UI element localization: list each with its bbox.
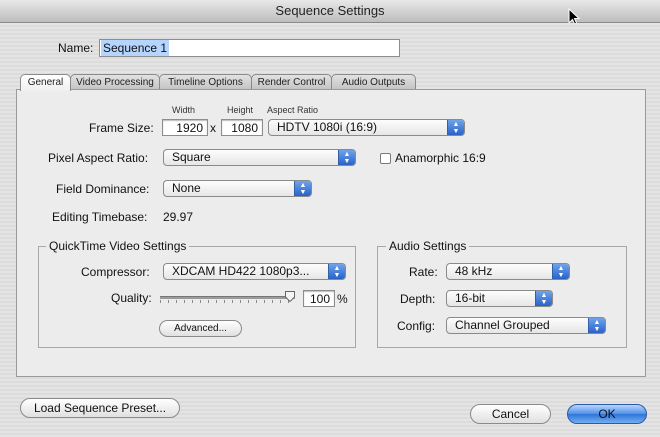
compressor-select[interactable]: XDCAM HD422 1080p3... ▲ ▼ <box>163 263 346 280</box>
depth-select[interactable]: 16-bit ▲ ▼ <box>446 290 553 307</box>
window-titlebar: Sequence Settings <box>0 0 660 23</box>
audio-settings-title: Audio Settings <box>386 239 470 253</box>
aspect-ratio-value: HDTV 1080i (16:9) <box>277 120 378 134</box>
aspect-ratio-select[interactable]: HDTV 1080i (16:9) ▲ ▼ <box>268 119 465 136</box>
quality-slider[interactable] <box>160 291 295 304</box>
depth-label: Depth: <box>400 292 436 306</box>
field-dominance-select[interactable]: None ▲ ▼ <box>163 180 312 197</box>
tab-video-processing[interactable]: Video Processing <box>70 74 160 90</box>
name-input[interactable]: Sequence 1 <box>99 39 400 57</box>
editing-timebase-label: Editing Timebase: <box>52 210 148 224</box>
frame-height-input[interactable]: 1080 <box>221 119 263 136</box>
height-column-header: Height <box>227 105 254 115</box>
compressor-value: XDCAM HD422 1080p3... <box>172 264 310 278</box>
frame-size-times: x <box>210 121 216 135</box>
name-value: Sequence 1 <box>101 40 170 56</box>
aspect-ratio-column-header: Aspect Ratio <box>267 105 319 115</box>
advanced-button[interactable]: Advanced... <box>159 320 242 337</box>
tab-render-control[interactable]: Render Control <box>251 74 332 90</box>
quality-slider-thumb[interactable] <box>285 291 295 303</box>
updown-arrows-icon: ▲ ▼ <box>294 181 311 196</box>
cancel-button[interactable]: Cancel <box>470 404 551 424</box>
updown-arrows-icon: ▲ ▼ <box>328 264 345 279</box>
field-dominance-label: Field Dominance: <box>56 182 150 196</box>
updown-arrows-icon: ▲ ▼ <box>535 291 552 306</box>
window-title: Sequence Settings <box>275 3 385 18</box>
updown-arrows-icon: ▲ ▼ <box>588 318 605 333</box>
compressor-label: Compressor: <box>81 265 150 279</box>
quality-label: Quality: <box>111 291 152 305</box>
quality-input[interactable]: 100 <box>303 290 335 307</box>
anamorphic-checkbox[interactable] <box>380 153 391 164</box>
tab-general[interactable]: General <box>20 74 71 91</box>
anamorphic-label: Anamorphic 16:9 <box>395 151 486 165</box>
quality-unit: % <box>337 292 348 306</box>
quality-slider-ticks <box>160 300 295 303</box>
pixel-aspect-ratio-value: Square <box>172 150 211 164</box>
rate-select[interactable]: 48 kHz ▲ ▼ <box>446 263 570 280</box>
quality-slider-track <box>160 296 295 299</box>
pixel-aspect-ratio-label: Pixel Aspect Ratio: <box>48 151 149 165</box>
load-sequence-preset-button[interactable]: Load Sequence Preset... <box>20 398 180 418</box>
field-dominance-value: None <box>172 181 201 195</box>
quicktime-settings-title: QuickTime Video Settings <box>46 239 190 253</box>
config-label: Config: <box>397 319 436 333</box>
updown-arrows-icon: ▲ ▼ <box>338 150 355 165</box>
width-column-header: Width <box>172 105 196 115</box>
editing-timebase-value: 29.97 <box>163 210 194 224</box>
pixel-aspect-ratio-select[interactable]: Square ▲ ▼ <box>163 149 356 166</box>
tab-audio-outputs[interactable]: Audio Outputs <box>331 74 416 90</box>
updown-arrows-icon: ▲ ▼ <box>552 264 569 279</box>
updown-arrows-icon: ▲ ▼ <box>447 120 464 135</box>
tab-timeline-options[interactable]: Timeline Options <box>159 74 252 90</box>
name-label: Name: <box>58 41 94 55</box>
rate-label: Rate: <box>409 265 438 279</box>
config-select[interactable]: Channel Grouped ▲ ▼ <box>446 317 606 334</box>
frame-width-input[interactable]: 1920 <box>162 119 208 136</box>
config-value: Channel Grouped <box>455 318 550 332</box>
frame-size-label: Frame Size: <box>89 121 154 135</box>
ok-button[interactable]: OK <box>567 404 647 424</box>
rate-value: 48 kHz <box>455 264 493 278</box>
depth-value: 16-bit <box>455 291 486 305</box>
